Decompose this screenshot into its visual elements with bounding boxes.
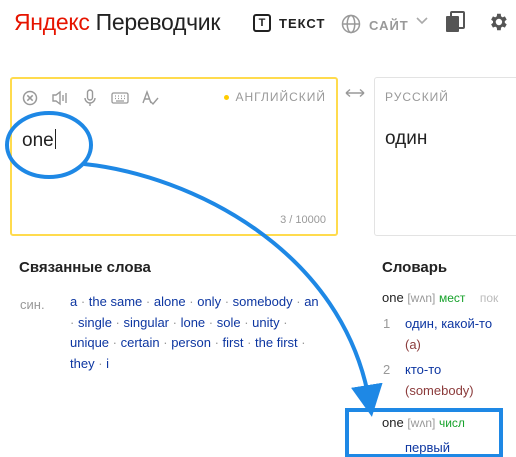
separator-dot: · — [221, 294, 233, 309]
synonyms-label: син. — [20, 297, 45, 312]
synonym-link[interactable]: unity — [252, 315, 279, 330]
separator-dot: · — [243, 335, 256, 350]
target-language-select[interactable]: РУССКИЙ — [385, 90, 449, 104]
cards-icon[interactable] — [443, 11, 467, 38]
entry-word[interactable]: one — [382, 415, 404, 430]
entry-part-of-speech: числ — [438, 416, 465, 430]
separator-dot: · — [297, 335, 306, 350]
synonym-link[interactable]: only — [197, 294, 221, 309]
gear-icon[interactable] — [487, 11, 509, 38]
t-icon: T — [253, 14, 271, 32]
synonym-link[interactable]: alone — [154, 294, 186, 309]
synonym-link[interactable]: single — [78, 315, 112, 330]
separator-dot: · — [279, 314, 288, 330]
meaning-example[interactable]: (somebody) — [405, 383, 474, 398]
synonym-link[interactable]: somebody — [233, 294, 293, 309]
source-panel[interactable]: АНГЛИЙСКИЙ one 3 / 10000 — [10, 77, 338, 236]
meaning-item: кто-то (somebody) — [405, 359, 474, 401]
synonyms-list: a · the same · alone · only · somebody ·… — [70, 292, 325, 374]
synonym-link[interactable]: an — [304, 294, 318, 309]
tab-site[interactable]: САЙТ — [341, 14, 409, 37]
dictionary-entry-head: one [wʌn] числ — [382, 415, 465, 430]
source-text-input[interactable]: one — [22, 129, 56, 152]
entry-extra-link[interactable]: пок — [480, 291, 498, 305]
meaning-number: 1 — [383, 316, 391, 331]
related-words-title: Связанные слова — [19, 259, 151, 276]
logo[interactable]: Яндекс Переводчик — [14, 9, 220, 36]
spellcheck-icon[interactable] — [140, 89, 160, 107]
synonym-link[interactable]: person — [171, 335, 211, 350]
tab-text[interactable]: T ТЕКСТ — [253, 14, 325, 32]
synonym-link[interactable]: i — [106, 356, 109, 371]
synonym-link[interactable]: lone — [181, 315, 206, 330]
meaning-text[interactable]: первый — [405, 437, 450, 457]
chevron-down-icon[interactable] — [415, 14, 429, 33]
speaker-icon[interactable] — [50, 89, 70, 107]
source-language-label: АНГЛИЙСКИЙ — [235, 90, 326, 104]
separator-dot: · — [142, 294, 154, 309]
separator-dot: · — [77, 294, 89, 309]
separator-dot: · — [94, 355, 107, 371]
translation-text: один — [385, 128, 428, 149]
meaning-example[interactable]: (a) — [405, 337, 421, 352]
entry-word[interactable]: one — [382, 290, 404, 305]
meaning-text[interactable]: один, какой-то — [405, 316, 492, 331]
separator-dot: · — [70, 314, 78, 330]
globe-icon — [341, 14, 361, 37]
separator-dot: · — [240, 314, 253, 330]
logo-product: Переводчик — [95, 9, 221, 35]
separator-dot: · — [210, 335, 223, 350]
logo-brand: Яндекс — [14, 9, 90, 35]
separator-dot: · — [169, 314, 181, 330]
separator-dot: · — [292, 294, 305, 309]
entry-transcription: [wʌn] — [407, 291, 436, 305]
meaning-text[interactable]: кто-то — [405, 362, 441, 377]
target-panel[interactable]: РУССКИЙ один — [374, 77, 516, 236]
meaning-item: один, какой-то (a) — [405, 313, 492, 355]
source-language-select[interactable]: АНГЛИЙСКИЙ — [224, 90, 326, 104]
synonym-link[interactable]: the first — [255, 335, 298, 350]
microphone-icon[interactable] — [80, 89, 100, 107]
text-caret — [54, 129, 56, 149]
synonym-link[interactable]: they — [70, 356, 95, 371]
synonym-link[interactable]: singular — [123, 315, 169, 330]
entry-part-of-speech: мест — [438, 291, 466, 305]
source-toolbar — [20, 89, 160, 107]
separator-dot: · — [109, 335, 121, 350]
tab-site-label: САЙТ — [369, 18, 409, 33]
language-dot — [224, 94, 230, 100]
separator-dot: · — [111, 314, 124, 330]
clear-icon[interactable] — [20, 89, 40, 107]
meaning-number: 2 — [383, 362, 391, 377]
synonym-link[interactable]: sole — [217, 315, 241, 330]
entry-transcription: [wʌn] — [407, 416, 436, 430]
separator-dot: · — [159, 335, 172, 350]
source-text: one — [22, 130, 54, 151]
separator-dot: · — [205, 314, 217, 330]
tab-text-label: ТЕКСТ — [279, 15, 326, 31]
keyboard-icon[interactable] — [110, 89, 130, 107]
swap-icon[interactable] — [344, 86, 366, 105]
separator-dot: · — [185, 294, 198, 309]
synonym-link[interactable]: first — [223, 335, 244, 350]
synonym-link[interactable]: certain — [121, 335, 160, 350]
synonym-link[interactable]: unique — [70, 335, 109, 350]
dictionary-title: Словарь — [382, 259, 448, 276]
char-counter: 3 / 10000 — [280, 214, 326, 226]
synonym-link[interactable]: the same — [89, 294, 142, 309]
dictionary-entry-head: one [wʌn] мест пок — [382, 290, 498, 305]
